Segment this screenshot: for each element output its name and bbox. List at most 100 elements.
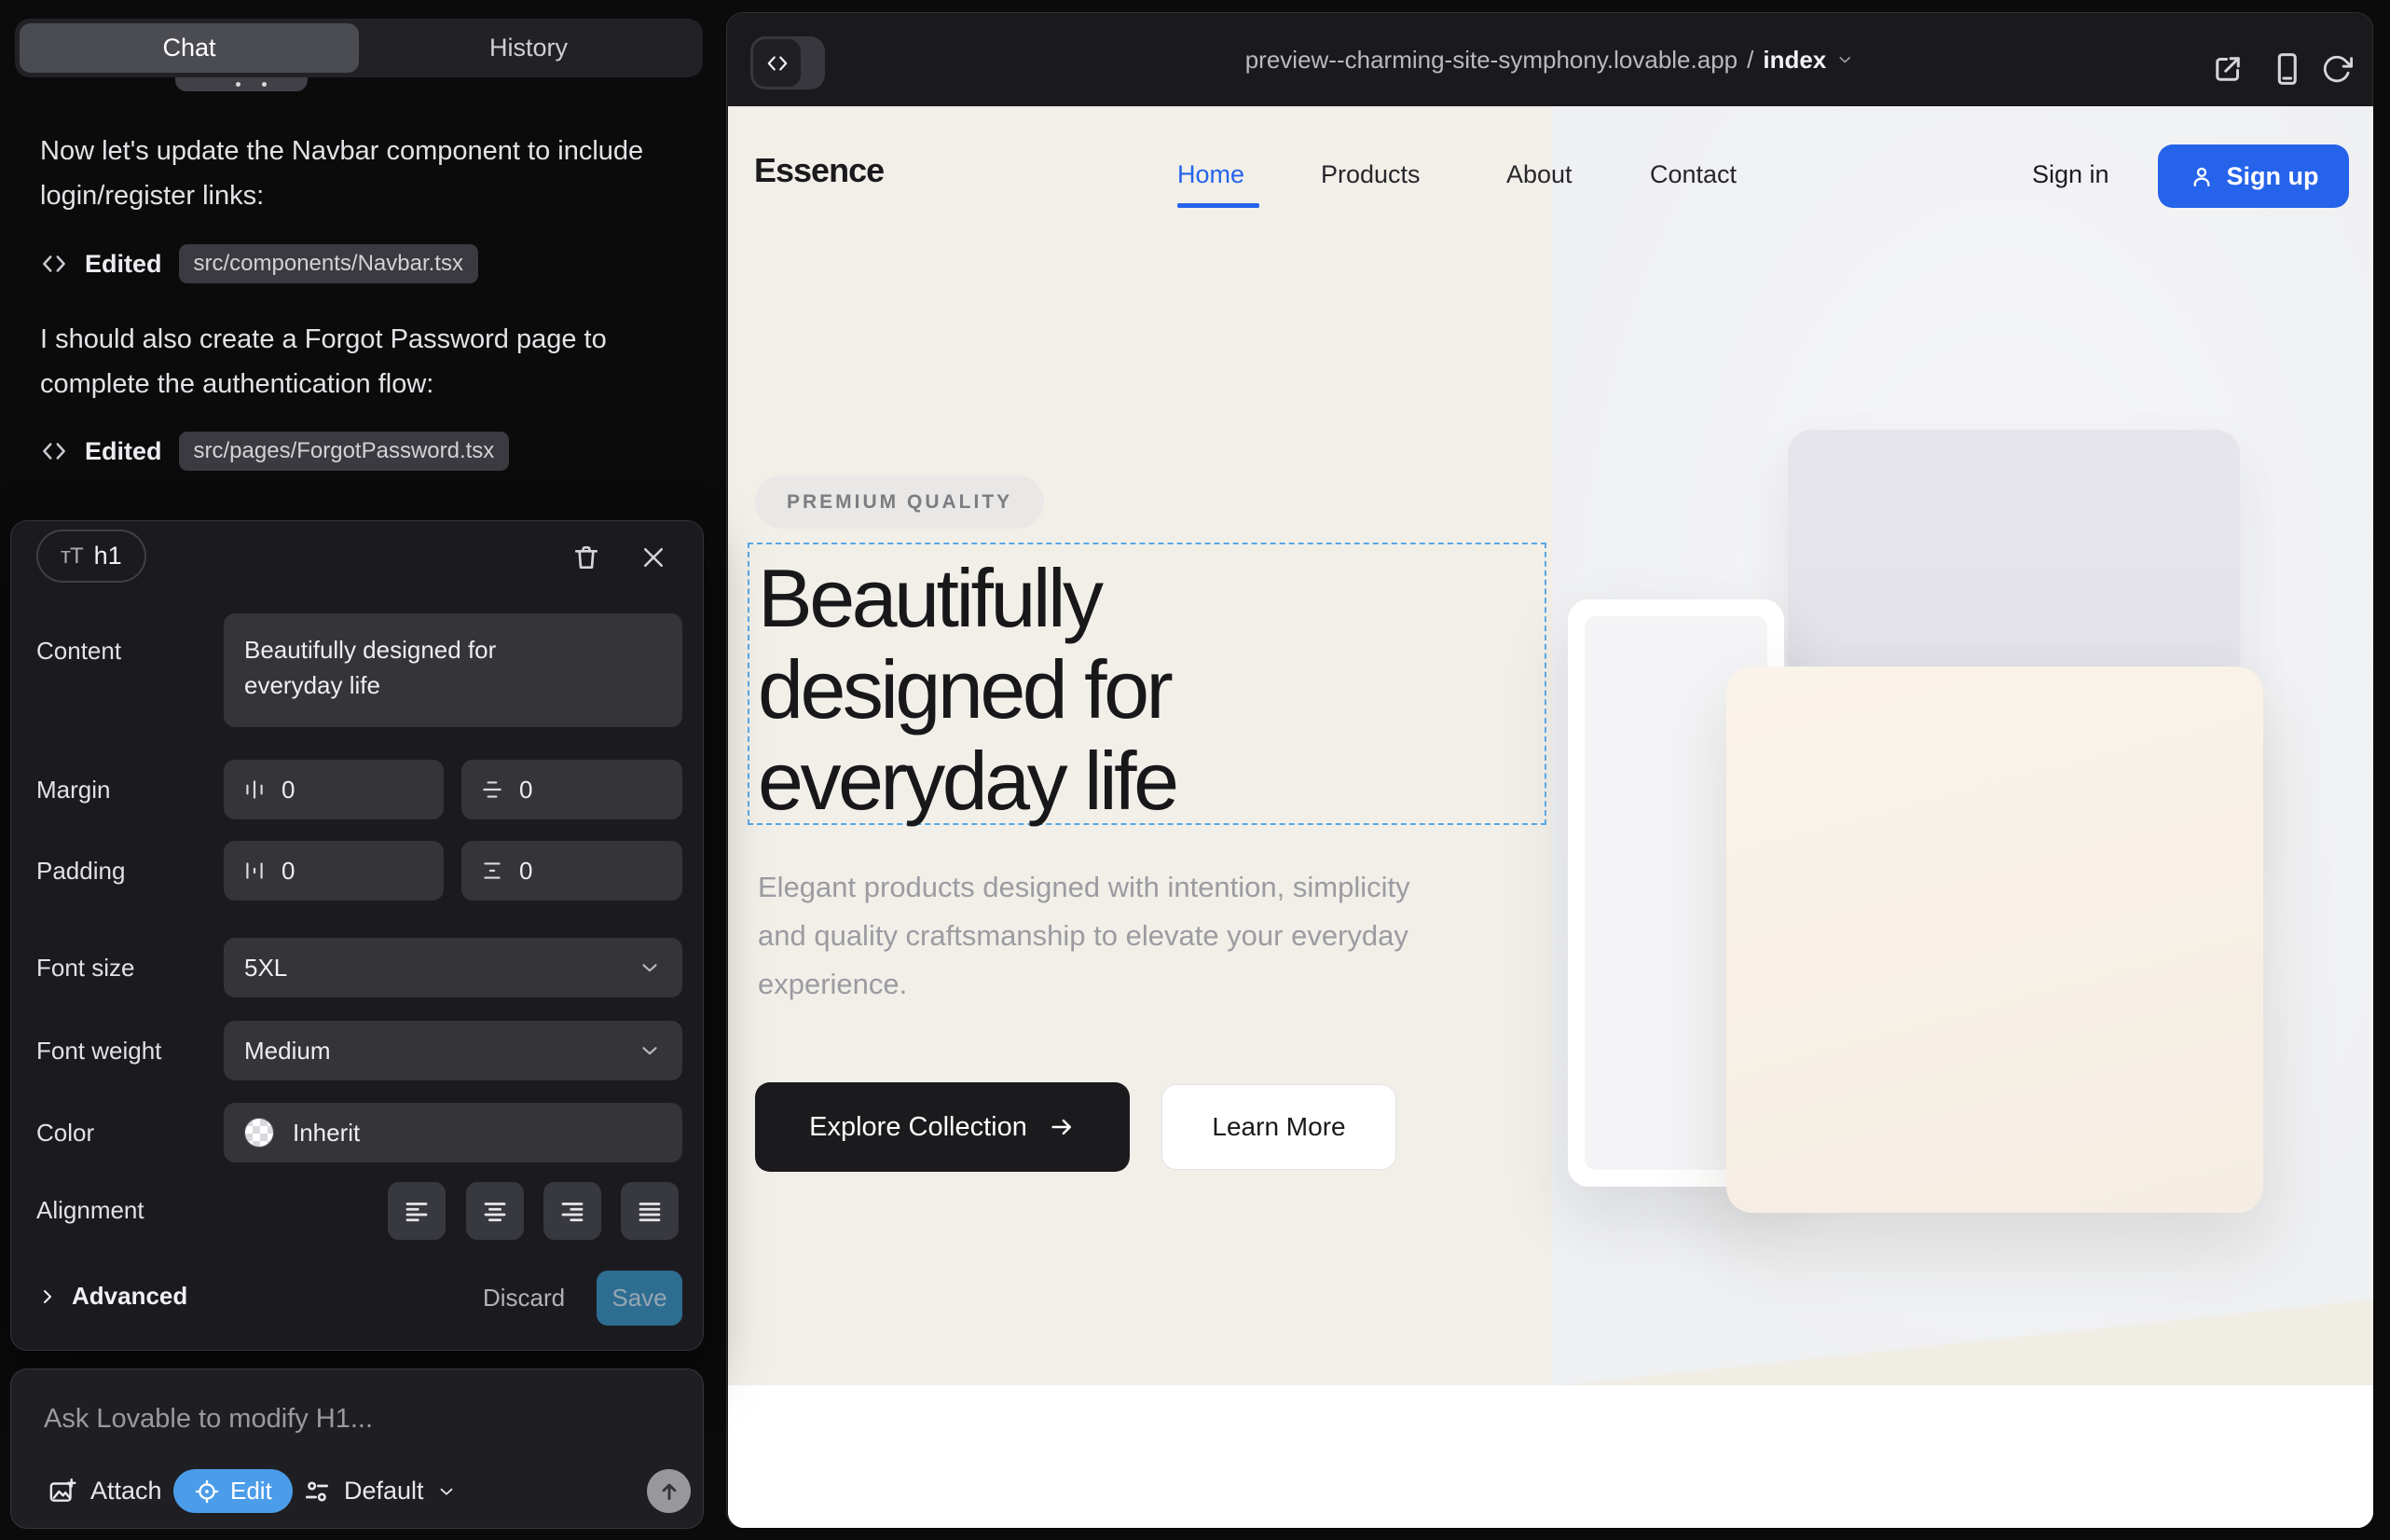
attach-image-icon <box>47 1476 78 1507</box>
padding-vertical-icon <box>480 859 504 883</box>
heading-line: Beautifully <box>758 553 1176 644</box>
mobile-view-icon[interactable] <box>2269 50 2304 88</box>
site-logo[interactable]: Essence <box>754 151 884 190</box>
chevron-down-icon <box>638 956 662 980</box>
sliders-icon <box>302 1477 332 1506</box>
code-icon <box>40 250 68 278</box>
hero-description: Elegant products designed with intention… <box>758 863 1438 1009</box>
advanced-label: Advanced <box>72 1282 187 1311</box>
nav-link-home[interactable]: Home <box>1177 160 1244 189</box>
explore-collection-button[interactable]: Explore Collection <box>755 1082 1130 1172</box>
code-icon[interactable] <box>753 39 801 87</box>
padding-label: Padding <box>36 857 125 886</box>
font-size-value: 5XL <box>244 954 287 983</box>
url-page: index <box>1763 46 1826 75</box>
sign-up-label: Sign up <box>2227 162 2319 191</box>
align-left-button[interactable] <box>388 1182 446 1240</box>
close-icon[interactable] <box>634 538 673 577</box>
font-weight-value: Medium <box>244 1037 330 1066</box>
margin-y-value: 0 <box>519 776 532 804</box>
chat-message: Now let's update the Navbar component to… <box>40 129 683 218</box>
chat-composer[interactable]: Ask Lovable to modify H1... Attach Edit … <box>10 1368 704 1529</box>
active-nav-underline <box>1177 203 1259 208</box>
heading-line: everyday life <box>758 736 1176 827</box>
mode-selector[interactable]: Default <box>302 1469 457 1513</box>
padding-y-input[interactable]: 0 <box>461 841 682 901</box>
font-weight-select[interactable]: Medium <box>224 1021 682 1080</box>
tab-history[interactable]: History <box>359 23 698 73</box>
chevron-down-icon <box>638 1038 662 1063</box>
nav-link-contact[interactable]: Contact <box>1650 160 1737 189</box>
chevron-down-icon <box>436 1481 457 1502</box>
margin-horizontal-icon <box>242 777 267 802</box>
nav-link-about[interactable]: About <box>1506 160 1573 189</box>
file-chip[interactable]: src/components/Navbar.tsx <box>179 244 478 283</box>
margin-x-input[interactable]: 0 <box>224 760 444 819</box>
composer-input[interactable]: Ask Lovable to modify H1... <box>44 1404 373 1435</box>
padding-y-value: 0 <box>519 857 532 886</box>
target-icon <box>194 1478 220 1505</box>
sign-up-button[interactable]: Sign up <box>2158 144 2349 208</box>
color-value: Inherit <box>293 1119 360 1148</box>
margin-y-input[interactable]: 0 <box>461 760 682 819</box>
code-icon <box>40 437 68 465</box>
chevron-right-icon <box>36 1286 59 1308</box>
chat-message: I should also create a Forgot Password p… <box>40 317 683 406</box>
edited-label: Edited <box>85 250 162 279</box>
discard-button[interactable]: Discard <box>483 1284 565 1313</box>
open-external-icon[interactable] <box>2211 52 2245 86</box>
attach-button[interactable]: Attach <box>47 1469 162 1513</box>
refresh-icon[interactable] <box>2321 53 2353 85</box>
sign-in-link[interactable]: Sign in <box>2032 160 2109 189</box>
content-label: Content <box>36 637 121 666</box>
edit-row[interactable]: Edited src/pages/ForgotPassword.tsx <box>40 433 509 470</box>
padding-horizontal-icon <box>242 859 267 883</box>
element-tag: h1 <box>94 542 122 571</box>
site-viewport: Essence Home Products About Contact Sign… <box>728 106 2373 1528</box>
hero-heading[interactable]: Beautifully designed for everyday life <box>758 553 1176 827</box>
tab-chat-label: Chat <box>162 34 215 62</box>
tab-chat[interactable]: Chat <box>20 23 359 73</box>
save-button[interactable]: Save <box>597 1271 682 1326</box>
align-justify-button[interactable] <box>621 1182 679 1240</box>
color-select[interactable]: Inherit <box>224 1103 682 1162</box>
element-tag-pill[interactable]: тT h1 <box>36 529 146 583</box>
alignment-label: Alignment <box>36 1196 144 1225</box>
file-chip[interactable]: src/pages/ForgotPassword.tsx <box>179 432 510 471</box>
edit-mode-button[interactable]: Edit <box>173 1469 293 1513</box>
color-swatch <box>244 1118 274 1148</box>
nav-link-products[interactable]: Products <box>1321 160 1421 189</box>
next-section-background <box>728 1385 2373 1528</box>
attach-label: Attach <box>90 1477 162 1506</box>
explore-collection-label: Explore Collection <box>809 1112 1027 1143</box>
edit-row[interactable]: Edited src/components/Navbar.tsx <box>40 245 478 282</box>
margin-x-value: 0 <box>282 776 295 804</box>
element-editor-panel: тT h1 Content Beautifully designed for e… <box>10 520 704 1351</box>
align-right-button[interactable] <box>543 1182 601 1240</box>
type-icon: тT <box>61 543 83 570</box>
content-input[interactable]: Beautifully designed for everyday life <box>224 613 682 727</box>
mode-label: Default <box>344 1477 424 1506</box>
dot <box>262 82 267 87</box>
url-separator: / <box>1747 46 1753 75</box>
align-center-button[interactable] <box>466 1182 524 1240</box>
sidebar: Chat History Now let's update the Navbar… <box>0 0 726 1540</box>
send-button[interactable] <box>647 1469 691 1513</box>
edit-label: Edit <box>230 1477 272 1506</box>
learn-more-button[interactable]: Learn More <box>1161 1084 1396 1170</box>
font-weight-label: Font weight <box>36 1037 161 1066</box>
chevron-down-icon <box>1835 50 1854 69</box>
app-window: Chat History Now let's update the Navbar… <box>0 0 2390 1540</box>
padding-x-input[interactable]: 0 <box>224 841 444 901</box>
padding-x-value: 0 <box>282 857 295 886</box>
user-icon <box>2189 163 2215 189</box>
advanced-toggle[interactable]: Advanced <box>36 1282 187 1311</box>
url-bar[interactable]: preview--charming-site-symphony.lovable.… <box>1245 13 1855 106</box>
content-value: Beautifully designed for everyday life <box>244 632 552 703</box>
delete-element-button[interactable] <box>567 538 606 577</box>
tab-history-label: History <box>489 34 568 62</box>
font-size-label: Font size <box>36 954 135 983</box>
url-host: preview--charming-site-symphony.lovable.… <box>1245 46 1738 75</box>
font-size-select[interactable]: 5XL <box>224 938 682 997</box>
heading-line: designed for <box>758 644 1176 736</box>
